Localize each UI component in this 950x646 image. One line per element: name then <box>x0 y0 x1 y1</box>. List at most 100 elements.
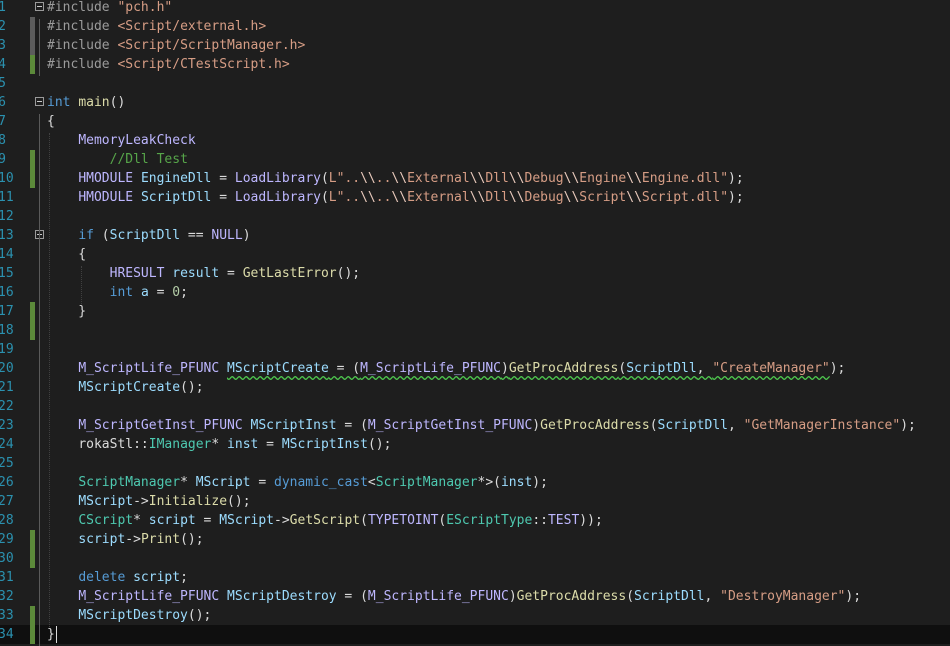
line-number: 15 <box>0 266 14 281</box>
code-token: MScript <box>219 513 275 528</box>
code-text: ScriptManager* MScript = dynamic_cast<Sc… <box>47 473 548 492</box>
code-token: dynamic_cast <box>274 475 368 490</box>
line-number: 10 <box>0 171 14 186</box>
code-line[interactable]: 11 HMODULE ScriptDll = LoadLibrary(L"..\… <box>0 188 950 207</box>
code-line[interactable]: 7{ <box>0 112 950 131</box>
code-token: inst <box>500 475 533 490</box>
line-number: 4 <box>0 57 6 72</box>
code-token: < <box>367 475 376 490</box>
code-token: GetProcAddress <box>508 361 619 376</box>
code-token: Initialize <box>148 494 228 509</box>
saved-change-marker <box>30 302 35 321</box>
line-number: 20 <box>0 361 14 376</box>
code-line[interactable]: 14 { <box>0 245 950 264</box>
code-token: * <box>133 513 149 528</box>
code-text: MScript->Initialize(); <box>47 492 251 511</box>
code-token: 0 <box>172 285 181 300</box>
code-token: :: <box>133 437 149 452</box>
code-token: "GetManagerInstance" <box>743 418 901 433</box>
code-line[interactable]: 10 HMODULE EngineDll = LoadLibrary(L"..\… <box>0 169 950 188</box>
code-line[interactable]: 2 #include <Script/external.h> <box>0 17 950 36</box>
code-line[interactable]: 25 <box>0 454 950 473</box>
code-token: = <box>195 513 220 528</box>
collapse-region-icon[interactable] <box>35 97 44 106</box>
line-number: 3 <box>0 38 6 53</box>
code-line[interactable]: 5 <box>0 74 950 93</box>
code-token: (); <box>227 494 251 509</box>
code-token: GetProcAddress <box>516 589 627 604</box>
code-line[interactable]: 13 if (ScriptDll == NULL) <box>0 226 950 245</box>
line-number: 16 <box>0 285 14 300</box>
code-line[interactable]: 29 script->Print(); <box>0 530 950 549</box>
code-token: MScriptInst <box>250 418 337 433</box>
code-token: ScriptDll <box>140 190 212 205</box>
code-token: LoadLibrary <box>234 190 321 205</box>
code-line[interactable]: 24 rokaStl::IManager* inst = MScriptInst… <box>0 435 950 454</box>
code-token: NULL <box>211 228 243 243</box>
code-line[interactable]: 1 #include "pch.h" <box>0 0 950 17</box>
code-line[interactable]: 6 int main() <box>0 93 950 112</box>
code-line[interactable]: 18 <box>0 321 950 340</box>
code-token: ); <box>728 171 744 186</box>
code-line[interactable]: 32 M_ScriptLife_PFUNC MScriptDestroy = (… <box>0 587 950 606</box>
code-line[interactable]: 30 <box>0 549 950 568</box>
code-line[interactable]: 23 M_ScriptGetInst_PFUNC MScriptInst = (… <box>0 416 950 435</box>
collapse-region-icon[interactable] <box>35 2 44 11</box>
code-line[interactable]: 3 #include <Script/ScriptManager.h> <box>0 36 950 55</box>
code-text: } <box>47 625 55 644</box>
code-token: ScriptManager <box>375 475 478 490</box>
code-text: MemoryLeakCheck <box>47 131 195 150</box>
code-token: \\ <box>469 171 486 186</box>
code-line[interactable]: 21 MScriptCreate(); <box>0 378 950 397</box>
code-token: ); <box>728 190 744 205</box>
line-number: 30 <box>0 551 14 566</box>
code-token: ScriptDll <box>657 418 728 433</box>
code-token: \\ <box>626 190 642 205</box>
code-line[interactable]: 8 MemoryLeakCheck <box>0 131 950 150</box>
code-line[interactable]: 15 HRESULT result = GetLastError(); <box>0 264 950 283</box>
code-token: = <box>219 266 243 281</box>
code-line[interactable]: 33 MScriptDestroy(); <box>0 606 950 625</box>
line-number: 29 <box>0 532 14 547</box>
code-token: a <box>140 285 149 300</box>
code-line[interactable]: 17 } <box>0 302 950 321</box>
code-line[interactable]: 26 ScriptManager* MScript = dynamic_cast… <box>0 473 950 492</box>
code-token: ) <box>508 589 517 604</box>
line-number: 12 <box>0 209 14 224</box>
code-line[interactable]: 9 //Dll Test <box>0 150 950 169</box>
code-token: TYPETOINT <box>367 513 439 528</box>
code-token: (); <box>180 532 204 547</box>
code-editor[interactable]: 1 #include "pch.h" 2 #include <Script/exter… <box>0 0 950 646</box>
code-line[interactable]: 28 CScript* script = MScript->GetScript(… <box>0 511 950 530</box>
code-line[interactable]: 16 int a = 0; <box>0 283 950 302</box>
code-token: M_ScriptLife_PFUNC <box>78 589 220 604</box>
code-token: = ( <box>328 361 361 376</box>
code-token: (); <box>367 437 392 452</box>
code-line[interactable]: 20 M_ScriptLife_PFUNC MScriptCreate = (M… <box>0 359 950 378</box>
code-token: HMODULE <box>78 171 134 186</box>
code-line[interactable]: 34} <box>0 625 950 644</box>
code-token: Dll <box>485 171 509 186</box>
code-token: ); <box>900 418 916 433</box>
code-token: EngineDll <box>140 171 212 186</box>
code-token: Engine.dll" <box>641 171 729 186</box>
code-token: \\ <box>626 171 642 186</box>
code-token: \\ <box>563 190 580 205</box>
code-token: ) <box>532 418 541 433</box>
code-line[interactable]: 27 MScript->Initialize(); <box>0 492 950 511</box>
code-line[interactable]: 12 <box>0 207 950 226</box>
code-line[interactable]: 4 #include <Script/CTestScript.h> <box>0 55 950 74</box>
code-line[interactable]: 22 <box>0 397 950 416</box>
code-line[interactable]: 19 <box>0 340 950 359</box>
code-token: () <box>109 95 126 110</box>
code-token: "DestroyManager" <box>720 589 846 604</box>
code-text: M_ScriptLife_PFUNC MScriptDestroy = (M_S… <box>47 587 861 606</box>
code-line[interactable]: 31 delete script; <box>0 568 950 587</box>
code-token: ( <box>93 228 110 243</box>
code-token: ( <box>626 589 635 604</box>
